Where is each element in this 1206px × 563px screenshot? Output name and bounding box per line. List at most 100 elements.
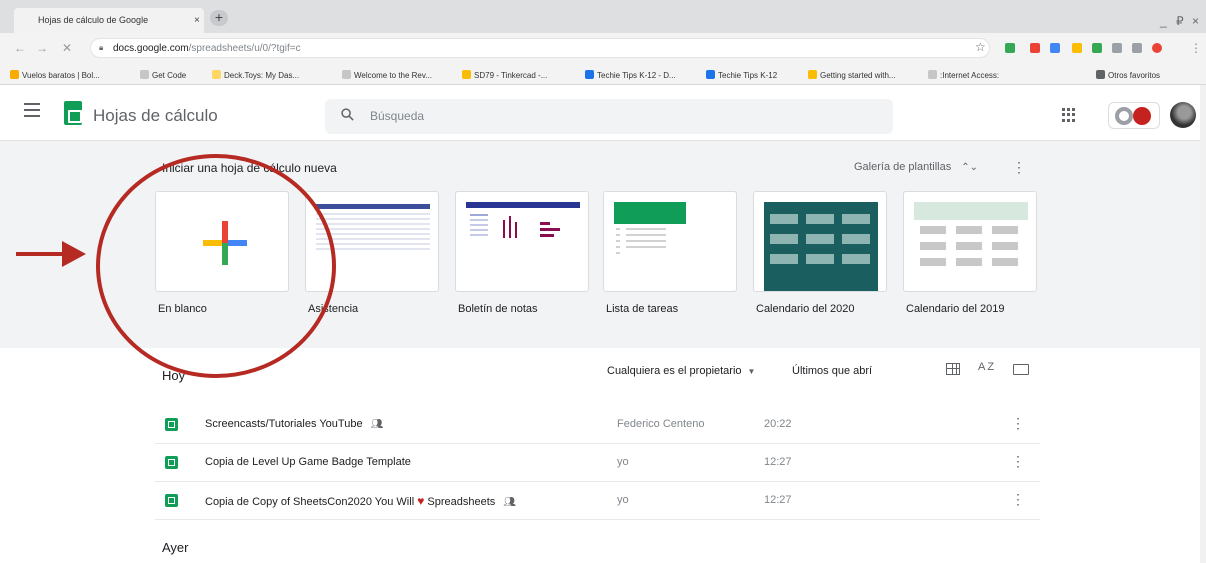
address-bar[interactable]: 🔒︎ docs.google.com/spreadsheets/u/0/?tgi… [90, 38, 990, 58]
bookmark-star-icon[interactable]: ☆ [975, 40, 986, 54]
bookmark-item[interactable]: Techie Tips K-12 [706, 70, 777, 80]
url-path: /spreadsheets/u/0/?tgif=c [188, 43, 301, 54]
bookmark-item[interactable]: SD79 - Tinkercad -... [462, 70, 547, 80]
sheets-file-icon [165, 494, 178, 507]
more-options-icon[interactable]: ⋮ [1011, 415, 1025, 432]
window-minimize-icon[interactable]: _ [1160, 14, 1167, 28]
sheets-file-icon [165, 418, 178, 431]
gallery-more-icon[interactable]: ⋮ [1012, 159, 1026, 176]
bookmark-other-favorites[interactable]: Otros favoritos [1096, 70, 1160, 80]
file-owner: yo [617, 494, 629, 506]
template-blank[interactable] [155, 191, 289, 292]
template-calendar-2019[interactable] [903, 191, 1037, 292]
url-host: docs.google.com [113, 43, 189, 54]
search-input[interactable]: Búsqueda [325, 99, 893, 134]
extension-icon[interactable] [1152, 43, 1162, 53]
browser-tabstrip: Hojas de cálculo de Google × + _ ₽ × [0, 0, 1206, 33]
extension-icon[interactable] [1072, 43, 1082, 53]
template-report-card[interactable] [455, 191, 589, 292]
shared-people-icon: 👥︎ [370, 419, 384, 430]
browser-toolbar: ← → ✕ 🔒︎ docs.google.com/spreadsheets/u/… [0, 33, 1206, 63]
folder-picker-icon[interactable] [1013, 364, 1029, 375]
extension-icon[interactable] [1050, 43, 1060, 53]
window-close-icon[interactable]: × [1192, 14, 1199, 28]
template-calendar-2020[interactable] [753, 191, 887, 292]
search-placeholder: Búsqueda [370, 109, 425, 123]
bookmark-item[interactable]: :Internet Access: [928, 70, 999, 80]
bookmark-item[interactable]: Deck.Toys: My Das... [212, 70, 299, 80]
bookmark-item[interactable]: Vuelos baratos | Bol... [10, 70, 100, 80]
calendar-2020-thumbnail [764, 202, 878, 291]
extension-icon[interactable] [1092, 43, 1102, 53]
more-options-icon[interactable]: ⋮ [1011, 453, 1025, 470]
template-label: En blanco [158, 303, 207, 315]
bookmark-favicon-icon [140, 70, 149, 79]
browser-menu-icon[interactable]: ⋮ [1190, 41, 1202, 55]
bookmark-label: SD79 - Tinkercad -... [474, 71, 548, 80]
bookmark-item[interactable]: Techie Tips K-12 - D... [585, 70, 676, 80]
file-row[interactable]: Screencasts/Tutoriales YouTube 👥︎ Federic… [155, 406, 1040, 444]
back-icon[interactable]: ← [14, 41, 26, 55]
expand-collapse-icon: ⌃⌄ [961, 162, 978, 173]
sheets-logo-icon[interactable] [64, 101, 82, 125]
bookmark-favicon-icon [342, 70, 351, 79]
heart-icon: ♥ [417, 494, 425, 508]
lock-icon: 🔒︎ [99, 43, 104, 52]
search-icon [341, 108, 354, 121]
sheets-file-icon [165, 456, 178, 469]
bookmark-item[interactable]: Getting started with... [808, 70, 896, 80]
extension-icon[interactable] [1005, 43, 1015, 53]
bookmark-item[interactable]: Get Code [140, 70, 186, 80]
extension-icon[interactable] [1030, 43, 1040, 53]
bookmark-item[interactable]: Welcome to the Rev... [342, 70, 432, 80]
more-options-icon[interactable]: ⋮ [1011, 491, 1025, 508]
template-label: Asistencia [308, 303, 359, 315]
bookmark-favicon-icon [212, 70, 221, 79]
bookmark-label: :Internet Access: [940, 71, 1000, 80]
app-header: Hojas de cálculo Búsqueda [0, 85, 1200, 141]
sort-last-opened[interactable]: Últimos que abrí [792, 365, 872, 377]
template-todo-list[interactable] [603, 191, 737, 292]
browser-tab[interactable]: Hojas de cálculo de Google × [14, 8, 204, 33]
grid-view-icon[interactable] [946, 363, 960, 375]
extension-icon[interactable] [1132, 43, 1142, 53]
tab-close-icon[interactable]: × [194, 15, 200, 26]
folder-icon [1096, 70, 1105, 79]
file-name: Copia de Copy of SheetsCon2020 You Will … [205, 494, 516, 508]
file-name: Screencasts/Tutoriales YouTube 👥︎ [205, 418, 384, 430]
file-row[interactable]: Copia de Level Up Game Badge Template yo… [155, 444, 1040, 482]
attendance-thumbnail [316, 204, 430, 250]
bookmark-favicon-icon [706, 70, 715, 79]
bookmark-label: Vuelos baratos | Bol... [22, 71, 100, 80]
window-restore-icon[interactable]: ₽ [1176, 14, 1184, 28]
file-time: 12:27 [764, 456, 792, 468]
shared-people-icon: 👥︎ [503, 497, 516, 508]
file-owner: Federico Centeno [617, 418, 705, 430]
new-tab-button[interactable]: + [210, 10, 228, 26]
google-apps-icon[interactable] [1062, 108, 1076, 122]
stop-icon[interactable]: ✕ [62, 41, 72, 55]
extension-icon[interactable] [1112, 43, 1122, 53]
bookmark-label: Welcome to the Rev... [354, 71, 432, 80]
owner-filter-dropdown[interactable]: Cualquiera es el propietario ▼ [607, 365, 755, 377]
template-label: Boletín de notas [458, 303, 538, 315]
template-gallery-toggle[interactable]: Galería de plantillas ⌃⌄ [854, 161, 978, 173]
file-owner: yo [617, 456, 629, 468]
tab-title: Hojas de cálculo de Google [38, 15, 149, 25]
bookmark-favicon-icon [928, 70, 937, 79]
page-scrollbar[interactable] [1200, 85, 1206, 563]
report-card-thumbnail [466, 202, 580, 238]
bookmark-favicon-icon [585, 70, 594, 79]
file-row[interactable]: Copia de Copy of SheetsCon2020 You Will … [155, 482, 1040, 520]
account-brand-logo[interactable] [1108, 102, 1160, 129]
section-today: Hoy [162, 368, 186, 383]
sort-az-icon[interactable]: AZ [978, 361, 996, 373]
bookmark-favicon-icon [808, 70, 817, 79]
avatar[interactable] [1170, 102, 1196, 128]
template-attendance[interactable] [305, 191, 439, 292]
app-title[interactable]: Hojas de cálculo [93, 106, 218, 126]
main-menu-icon[interactable] [24, 103, 40, 121]
bookmark-favicon-icon [10, 70, 19, 79]
bookmark-label: Techie Tips K-12 - D... [597, 71, 676, 80]
forward-icon[interactable]: → [36, 41, 48, 55]
